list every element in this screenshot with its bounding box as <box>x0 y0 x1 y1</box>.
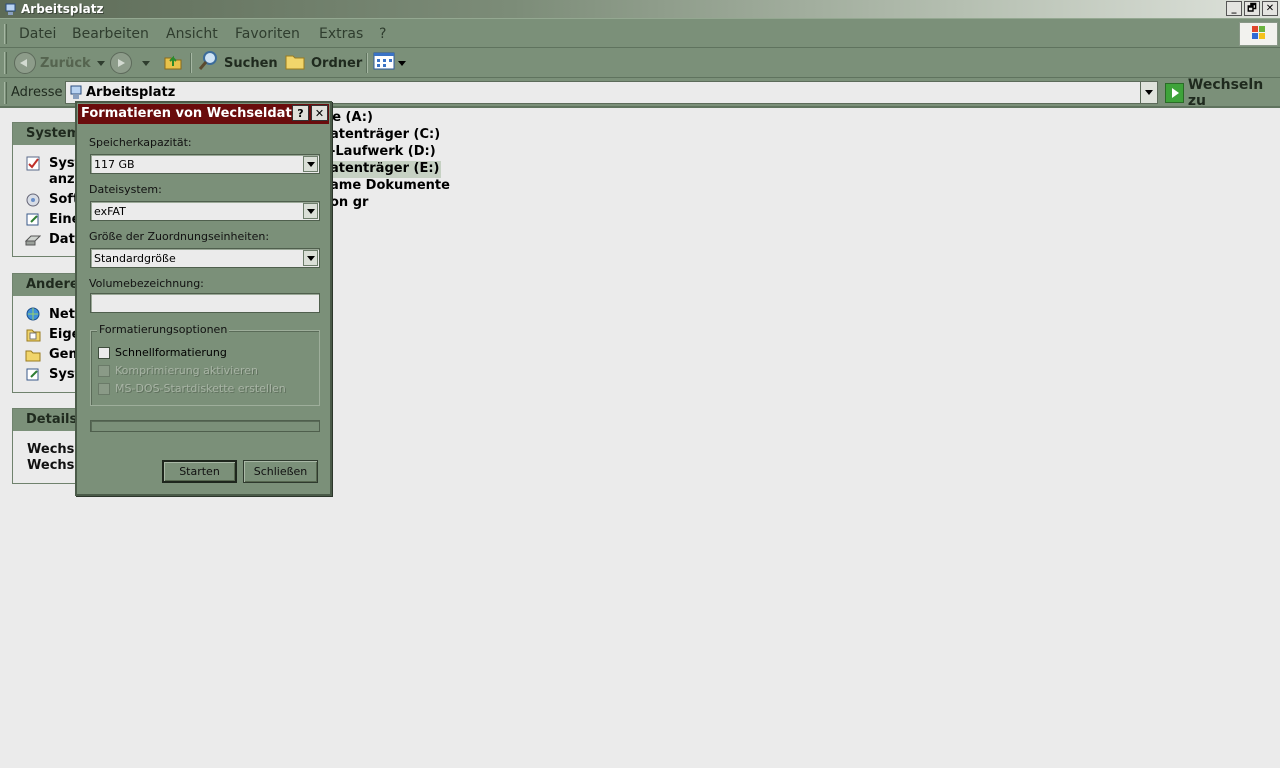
back-label: Zurück <box>40 55 91 71</box>
drive-item[interactable]: atenträger (C:) <box>330 127 442 144</box>
allocation-label: Größe der Zuordnungseinheiten: <box>89 230 270 243</box>
menu-datei[interactable]: Datei <box>19 26 56 42</box>
capacity-select[interactable]: 117 GB <box>90 154 320 174</box>
views-icon <box>373 51 395 75</box>
drive-item[interactable]: te (A:) <box>326 110 375 127</box>
chevron-down-icon[interactable] <box>303 203 318 219</box>
compression-label: Komprimierung aktivieren <box>115 364 258 377</box>
shared-folder-icon <box>25 347 41 362</box>
forward-dropdown-icon[interactable] <box>142 60 150 66</box>
close-button[interactable]: Schließen <box>243 460 318 483</box>
compression-checkbox: Komprimierung aktivieren <box>98 364 258 377</box>
up-folder-icon <box>162 50 184 76</box>
other-places-pane: Andere Netz Eige Gem Syst <box>12 273 82 393</box>
filesystem-label: Dateisystem: <box>89 183 162 196</box>
go-button[interactable]: Wechseln zu <box>1165 77 1280 109</box>
menu-favoriten[interactable]: Favoriten <box>235 26 300 42</box>
back-dropdown-icon[interactable] <box>96 60 105 66</box>
chevron-down-icon <box>1145 90 1153 95</box>
search-label: Suchen <box>224 55 278 71</box>
network-icon <box>25 307 41 322</box>
documents-icon <box>25 327 41 342</box>
drive-item[interactable]: on gr <box>330 195 370 212</box>
drive-item[interactable]: -Laufwerk (D:) <box>330 144 438 161</box>
checkbox-box <box>98 364 110 377</box>
address-label: Adresse <box>11 85 63 100</box>
control-panel-icon <box>25 367 41 382</box>
format-progress-bar <box>90 420 320 432</box>
pane-title[interactable]: Systema <box>13 123 89 145</box>
allocation-value: Standardgröße <box>94 252 176 265</box>
system-tasks-pane: Systema Syst anze Soft Eine Date <box>12 122 89 257</box>
up-folder-button[interactable] <box>162 51 184 75</box>
computer-icon <box>4 3 17 16</box>
toolbar: Zurück Suchen Ordner <box>0 48 1280 78</box>
minimize-button[interactable]: _ <box>1226 1 1242 16</box>
folders-label: Ordner <box>311 55 363 71</box>
software-icon <box>25 192 41 207</box>
drive-item-selected[interactable]: atenträger (E:) <box>330 161 442 178</box>
close-window-button[interactable]: ✕ <box>1262 1 1278 16</box>
capacity-label: Speicherkapazität: <box>89 136 192 149</box>
forward-button[interactable] <box>110 51 150 75</box>
pane-title[interactable]: Details <box>13 409 77 431</box>
toolbar-separator <box>366 53 368 73</box>
help-button[interactable]: ? <box>292 105 309 121</box>
details-pane: Details Wechse Wechse <box>12 408 83 484</box>
address-dropdown-button[interactable] <box>1140 82 1157 103</box>
window-title: Arbeitsplatz <box>21 2 104 16</box>
views-dropdown-icon[interactable] <box>398 60 406 66</box>
windows-logo <box>1239 22 1278 46</box>
search-icon <box>197 50 219 76</box>
restore-button[interactable]: 🗗 <box>1244 1 1260 16</box>
msdos-startup-checkbox: MS-DOS-Startdiskette erstellen <box>98 382 286 395</box>
search-button[interactable]: Suchen <box>197 51 278 75</box>
drive-item[interactable]: ame Dokumente <box>330 178 452 195</box>
checkbox-box[interactable] <box>98 346 110 359</box>
system-info-icon <box>25 156 41 171</box>
settings-icon <box>25 212 41 227</box>
menu-ansicht[interactable]: Ansicht <box>166 26 218 42</box>
volume-input[interactable] <box>90 293 320 313</box>
quick-format-label: Schnellformatierung <box>115 346 227 359</box>
toolbar-grip[interactable] <box>4 52 7 74</box>
address-grip[interactable] <box>4 82 7 104</box>
filesystem-value: exFAT <box>94 205 126 218</box>
menu-bearbeiten[interactable]: Bearbeiten <box>72 26 149 42</box>
toolbar-separator <box>190 53 192 73</box>
allocation-select[interactable]: Standardgröße <box>90 248 320 268</box>
forward-arrow-icon <box>110 52 132 74</box>
format-dialog: Formatieren von Wechseldaten... ? ✕ Spei… <box>75 101 332 496</box>
views-button[interactable] <box>373 51 406 75</box>
quick-format-checkbox[interactable]: Schnellformatierung <box>98 346 227 359</box>
menu-grip[interactable] <box>4 24 7 44</box>
dialog-title: Formatieren von Wechseldaten... <box>81 106 325 121</box>
address-value: Arbeitsplatz <box>86 85 176 100</box>
menu-bar: Datei Bearbeiten Ansicht Favoriten Extra… <box>0 18 1280 48</box>
checkbox-box <box>98 382 110 395</box>
go-label: Wechseln zu <box>1187 77 1264 109</box>
menu-help[interactable]: ? <box>379 26 386 42</box>
go-arrow-icon <box>1165 83 1184 103</box>
capacity-value: 117 GB <box>94 158 135 171</box>
pane-title[interactable]: Andere <box>13 274 79 296</box>
menu-extras[interactable]: Extras <box>319 26 363 42</box>
folders-button[interactable]: Ordner <box>284 51 362 75</box>
msdos-startup-label: MS-DOS-Startdiskette erstellen <box>115 382 286 395</box>
window-titlebar[interactable]: Arbeitsplatz _ 🗗 ✕ <box>0 0 1280 18</box>
folder-icon <box>284 50 306 76</box>
format-options-group: Formatierungsoptionen Schnellformatierun… <box>90 323 320 406</box>
back-arrow-icon <box>14 52 36 74</box>
volume-label: Volumebezeichnung: <box>89 277 204 290</box>
computer-icon <box>69 85 83 100</box>
back-button[interactable]: Zurück <box>14 51 105 75</box>
chevron-down-icon[interactable] <box>303 156 318 172</box>
chevron-down-icon[interactable] <box>303 250 318 266</box>
start-button[interactable]: Starten <box>162 460 237 483</box>
filesystem-select[interactable]: exFAT <box>90 201 320 221</box>
format-options-title: Formatierungsoptionen <box>97 323 230 336</box>
dialog-close-button[interactable]: ✕ <box>311 105 328 121</box>
drive-icon <box>24 232 42 247</box>
